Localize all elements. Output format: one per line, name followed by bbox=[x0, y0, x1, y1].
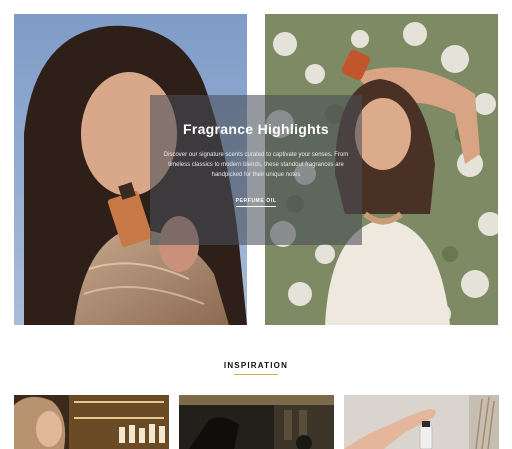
hand-perfume-photo bbox=[344, 395, 499, 449]
highlights-title: Fragrance Highlights bbox=[182, 121, 330, 137]
inspiration-card-3[interactable] bbox=[344, 395, 499, 449]
inspiration-card-2[interactable] bbox=[179, 395, 334, 449]
inspiration-heading: INSPIRATION bbox=[223, 361, 289, 370]
perfume-oil-link[interactable]: PERFUME OIL bbox=[235, 198, 277, 207]
inspiration-card-1[interactable] bbox=[14, 395, 169, 449]
highlights-description: Discover our signature scents curated to… bbox=[163, 152, 349, 178]
boutique-woman-photo bbox=[14, 395, 169, 449]
boutique-interior-photo bbox=[179, 395, 334, 449]
highlights-overlay-card: Fragrance Highlights Discover our signat… bbox=[150, 95, 362, 245]
inspiration-underline bbox=[234, 374, 278, 375]
